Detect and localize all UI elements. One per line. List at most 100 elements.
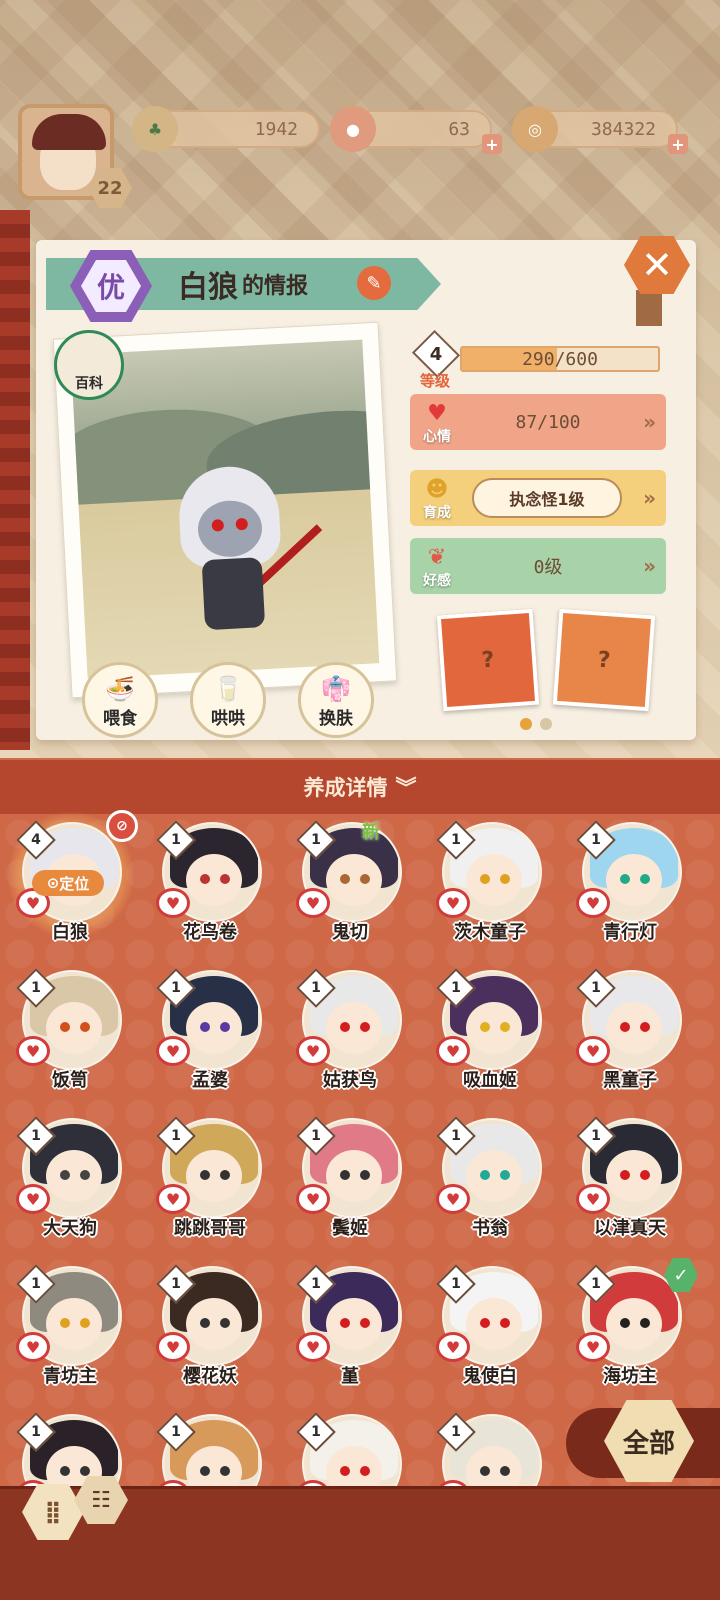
heart-icon: ♥ [436, 1036, 470, 1066]
portrait-eye [200, 874, 210, 884]
character-cell[interactable]: 1 ♥ 鬓姬 [280, 1110, 420, 1260]
heart-icon: ♥ [156, 888, 190, 918]
skin-button[interactable]: 👘 换肤 [298, 662, 374, 738]
heart-icon: ♥ [576, 1036, 610, 1066]
character-level: 1 [171, 980, 181, 996]
coax-button[interactable]: 🥛 哄哄 [190, 662, 266, 738]
bowl-icon: 🍜 [105, 675, 135, 703]
portrait-eye [200, 1318, 210, 1328]
portrait-eye [480, 874, 490, 884]
character-level: 1 [451, 832, 461, 848]
portrait-face [186, 854, 242, 906]
portrait-face [46, 1298, 102, 1350]
portrait-face [186, 1150, 242, 1202]
heart-icon: ♥ [436, 1332, 470, 1362]
detail-toggle[interactable]: 养成详情 ︾ [0, 758, 720, 814]
level-label: 等级 [419, 372, 450, 390]
portrait-eye [640, 1022, 650, 1032]
portrait-eye [60, 1466, 70, 1476]
portrait-eye [360, 1318, 370, 1328]
edit-icon[interactable]: ✎ [357, 266, 391, 300]
portrait-face [46, 1150, 102, 1202]
stamina-add-button[interactable]: + [482, 134, 502, 154]
affinity-label: 好感 [423, 572, 451, 589]
character-cell[interactable]: 1 ♥ 书翁 [420, 1110, 560, 1260]
portrait-face [186, 1298, 242, 1350]
portrait-eye [220, 1022, 230, 1032]
character-cell[interactable]: 1 ♥ 青行灯 [560, 814, 700, 964]
character-cell[interactable]: 1 ♥ 大天狗 [0, 1110, 140, 1260]
character-level: 1 [311, 832, 321, 848]
character-cell[interactable]: 1 ♥ 姑获鸟 [280, 962, 420, 1112]
mood-row[interactable]: ♥ 心情 87/100 » [410, 394, 666, 450]
character-level: 1 [171, 1128, 181, 1144]
skin-icon: 👘 [321, 675, 351, 703]
encyclopedia-button[interactable]: 百科 [54, 330, 124, 400]
character-cell[interactable]: 1 ♥ 海坊主 ✓ [560, 1258, 700, 1408]
mystery-box-1[interactable]: ? [436, 608, 540, 712]
character-cell[interactable]: 1 ♥ 鬼使白 [420, 1258, 560, 1408]
heart-icon: ♥ [436, 1184, 470, 1214]
character-cell[interactable]: 1 ♥ 花鸟卷 [140, 814, 280, 964]
character-cell[interactable]: 1 ♥ 青坊主 [0, 1258, 140, 1408]
character-name: 堇 [341, 1366, 359, 1387]
character-cell[interactable]: 1 ♥ 茨木童子 [420, 814, 560, 964]
portrait-eye [60, 1022, 70, 1032]
portrait-face [466, 1002, 522, 1054]
character-cell[interactable]: 1 ♥ 吸血姬 [420, 962, 560, 1112]
locate-button[interactable]: ⊙ 定位 [32, 870, 104, 896]
heart-icon: ♥ [156, 1332, 190, 1362]
heart-icon: ♥ [296, 1184, 330, 1214]
feed-button[interactable]: 🍜 喂食 [82, 662, 158, 738]
character-cell[interactable]: 1 ♥ 孟婆 [140, 962, 280, 1112]
character-level: 1 [451, 980, 461, 996]
character-name: 鬼使白 [463, 1366, 517, 1387]
heart-icon: ♥ [156, 1184, 190, 1214]
mood-icon: ♥ 心情 [423, 400, 451, 445]
mystery-box-2[interactable]: ? [552, 608, 656, 712]
character-cell[interactable]: 1 ♥ 饭笥 [0, 962, 140, 1112]
portrait-eye [360, 1466, 370, 1476]
character-name: 孟婆 [192, 1070, 228, 1091]
character-level: 1 [591, 1276, 601, 1292]
detail-label: 养成详情 [303, 776, 388, 800]
character-name: 鬓姬 [332, 1218, 368, 1239]
portrait-face [606, 1002, 662, 1054]
portrait-eye [200, 1466, 210, 1476]
portrait-eye [200, 1022, 210, 1032]
character-cell[interactable]: 1 ♥ 黑童子 [560, 962, 700, 1112]
title-suffix: 的情报 [242, 274, 309, 299]
character-name: 花鸟卷 [183, 922, 237, 943]
portrait-face [606, 1150, 662, 1202]
character-cell[interactable]: 1 ♥ 以津真天 [560, 1110, 700, 1260]
skin-label: 换肤 [319, 709, 353, 729]
character-body [201, 557, 266, 631]
portrait-eye [620, 1170, 630, 1180]
character-cell[interactable]: 1 ♥ 跳跳哥哥 [140, 1110, 280, 1260]
portrait-eye [80, 1170, 90, 1180]
portrait-eye [480, 1466, 490, 1476]
character-cell[interactable]: 4 ♥ 白狼 ⊙ 定位 ⊘ [0, 810, 140, 964]
portrait-face [186, 1002, 242, 1054]
photo-scene [70, 339, 380, 679]
character-name: 白狼 [52, 922, 88, 943]
affinity-row[interactable]: ❦ 好感 0级 » [410, 538, 666, 594]
coin-add-button[interactable]: + [668, 134, 688, 154]
character-sprite[interactable] [167, 464, 323, 640]
portrait-eye [500, 1318, 510, 1328]
character-level: 1 [171, 1424, 181, 1440]
character-cell[interactable]: 1 ♥ 鬼切 新 [280, 814, 420, 964]
character-level: 4 [31, 832, 41, 848]
heart-icon: ♥ [16, 1332, 50, 1362]
character-cell[interactable]: 1 ♥ 樱花妖 [140, 1258, 280, 1408]
character-level: 1 [451, 1424, 461, 1440]
character-level: 1 [31, 980, 41, 996]
character-level: 1 [591, 832, 601, 848]
stamina-icon: ● [330, 106, 376, 152]
coin-value: 384322 [590, 118, 656, 140]
character-level: 1 [311, 1128, 321, 1144]
coax-label: 哄哄 [211, 709, 245, 729]
character-cell[interactable]: 1 ♥ 堇 [280, 1258, 420, 1408]
character-name: 青行灯 [603, 922, 657, 943]
grade-text: 优 [81, 260, 141, 312]
